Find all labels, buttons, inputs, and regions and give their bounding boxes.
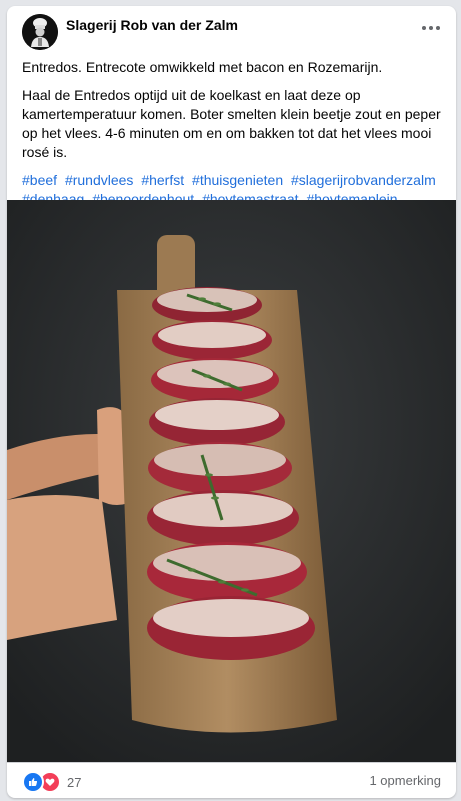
- comments-link[interactable]: 1 opmerking: [369, 773, 441, 788]
- page-avatar[interactable]: [22, 14, 58, 50]
- hashtag[interactable]: #thuisgenieten: [192, 172, 283, 188]
- post-body: Haal de Entredos optijd uit de koelkast …: [22, 87, 441, 160]
- page-name[interactable]: Slagerij Rob van der Zalm: [66, 17, 238, 33]
- hashtag[interactable]: #slagerijrobvanderzalm: [291, 172, 436, 188]
- reaction-summary[interactable]: 27: [22, 771, 81, 793]
- meat-board-photo: [7, 200, 456, 762]
- post-card: Slagerij Rob van der Zalm Entredos. Entr…: [7, 6, 456, 798]
- hashtag[interactable]: #rundvlees: [65, 172, 134, 188]
- reaction-count: 27: [67, 774, 82, 790]
- post-footer: 27 1 opmerking: [7, 762, 456, 798]
- hashtag[interactable]: #herfst: [141, 172, 184, 188]
- hashtag[interactable]: #beef: [22, 172, 57, 188]
- post-text: Entredos. Entrecote omwikkeld met bacon …: [22, 58, 442, 209]
- post-photo[interactable]: [7, 200, 456, 762]
- chef-logo-icon: [22, 14, 58, 50]
- post-header: Slagerij Rob van der Zalm: [7, 6, 456, 56]
- more-options-icon[interactable]: [418, 18, 444, 38]
- post-intro: Entredos. Entrecote omwikkeld met bacon …: [22, 59, 383, 75]
- thumbs-up-icon: [22, 771, 44, 793]
